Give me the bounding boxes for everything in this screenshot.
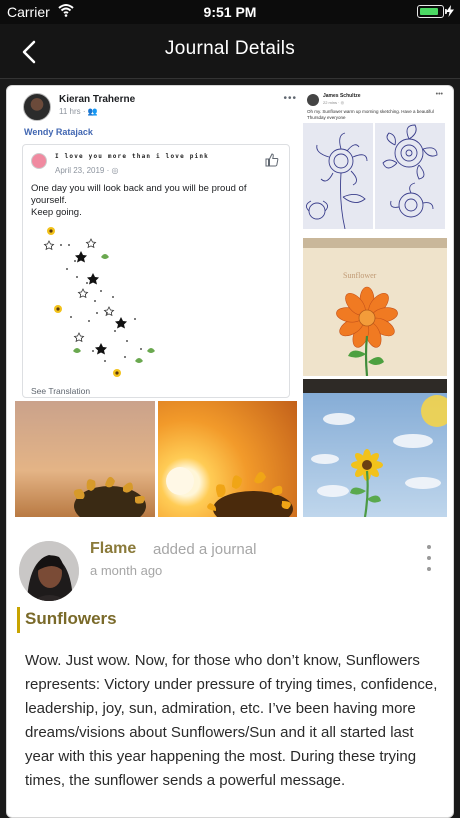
status-bar: Carrier 9:51 PM: [0, 0, 460, 24]
star-sunflower-art: [43, 227, 155, 377]
sky-sunflower-painting: [303, 379, 447, 517]
facebook-post-screenshot: Kieran Traherne 11 hrs · 👥 ••• Wendy Rat…: [15, 89, 297, 401]
author-name[interactable]: Flame: [90, 540, 136, 558]
clock: 9:51 PM: [203, 4, 257, 20]
author-avatar-art: [19, 541, 79, 601]
post2-text: Oh my. Sunflower warm up morning sketchi…: [307, 109, 434, 120]
sunset-sunflower-photo: [15, 401, 155, 517]
sunset-sunflower-art: [15, 401, 155, 517]
sunflower-sketch-art: [306, 132, 368, 229]
more-dot: [427, 545, 431, 549]
journal-card: Kieran Traherne 11 hrs · 👥 ••• Wendy Rat…: [6, 85, 454, 818]
sunflower-drawing-photo: Sunflower: [303, 238, 447, 376]
activity-text: added a journal: [153, 541, 257, 558]
more-options-button[interactable]: [421, 545, 437, 571]
post-more-icon: •••: [283, 93, 297, 104]
title-accent-bar: [17, 607, 20, 633]
post2-meta: 22 mins · ◎: [323, 100, 344, 105]
sunflower-sketch-photo-2: [375, 123, 445, 229]
globe-icon: ◎: [340, 100, 345, 105]
sunflower-sketch-art-2: [382, 124, 438, 218]
post-author: Kieran Traherne: [59, 94, 136, 105]
see-translation-link: See Translation: [31, 386, 91, 396]
sun-flare-sunflower-art: [166, 467, 293, 517]
shared-text: One day you will look back and you will …: [31, 183, 247, 218]
post2-avatar: [307, 94, 319, 106]
thumbs-up-icon: [265, 153, 279, 167]
charging-bolt-icon: [446, 5, 454, 17]
shared-date: April 23, 2019 · ◎: [55, 166, 118, 175]
journal-title: Sunflowers: [25, 609, 117, 628]
shared-post: I love you more than i love pink April 2…: [22, 144, 290, 398]
more-dot: [427, 556, 431, 560]
poster-avatar: [23, 93, 51, 121]
orange-sunflower-drawing: Sunflower: [303, 238, 447, 376]
journal-body: Wow. Just wow. Now, for those who don’t …: [25, 652, 438, 789]
shared-avatar: [31, 153, 47, 169]
post2-author: James Schultze: [323, 93, 361, 99]
page-title: Journal Details: [164, 38, 296, 59]
post2-meta-text: 22 mins ·: [323, 100, 341, 105]
tagged-user: Wendy Ratajack: [24, 127, 93, 137]
more-dot: [427, 567, 431, 571]
post-meta: 11 hrs · 👥: [59, 107, 98, 116]
post2-more-icon: •••: [435, 91, 443, 98]
shared-date-text: April 23, 2019 ·: [55, 166, 112, 175]
shared-page-name: I love you more than i love pink: [55, 153, 209, 160]
sunflower-painting-photo: [303, 379, 447, 517]
facebook-sketch-post: James Schultze 22 mins · ◎ ••• Oh my. Su…: [301, 89, 447, 235]
nav-bar: Journal Details: [0, 24, 460, 79]
author-avatar[interactable]: [19, 541, 79, 601]
svg-text:Sunflower: Sunflower: [343, 271, 377, 280]
post-meta-text: 11 hrs ·: [59, 107, 88, 116]
content-area[interactable]: Kieran Traherne 11 hrs · 👥 ••• Wendy Rat…: [0, 79, 460, 818]
friends-icon: 👥: [87, 107, 98, 116]
globe-icon: ◎: [111, 166, 119, 175]
sun-flare-sunflower-photo: [158, 401, 297, 517]
photo-collage[interactable]: Kieran Traherne 11 hrs · 👥 ••• Wendy Rat…: [15, 89, 447, 517]
timestamp: a month ago: [90, 563, 163, 578]
sunflower-sketch-photo: [303, 123, 373, 229]
battery-icon: [417, 5, 447, 18]
